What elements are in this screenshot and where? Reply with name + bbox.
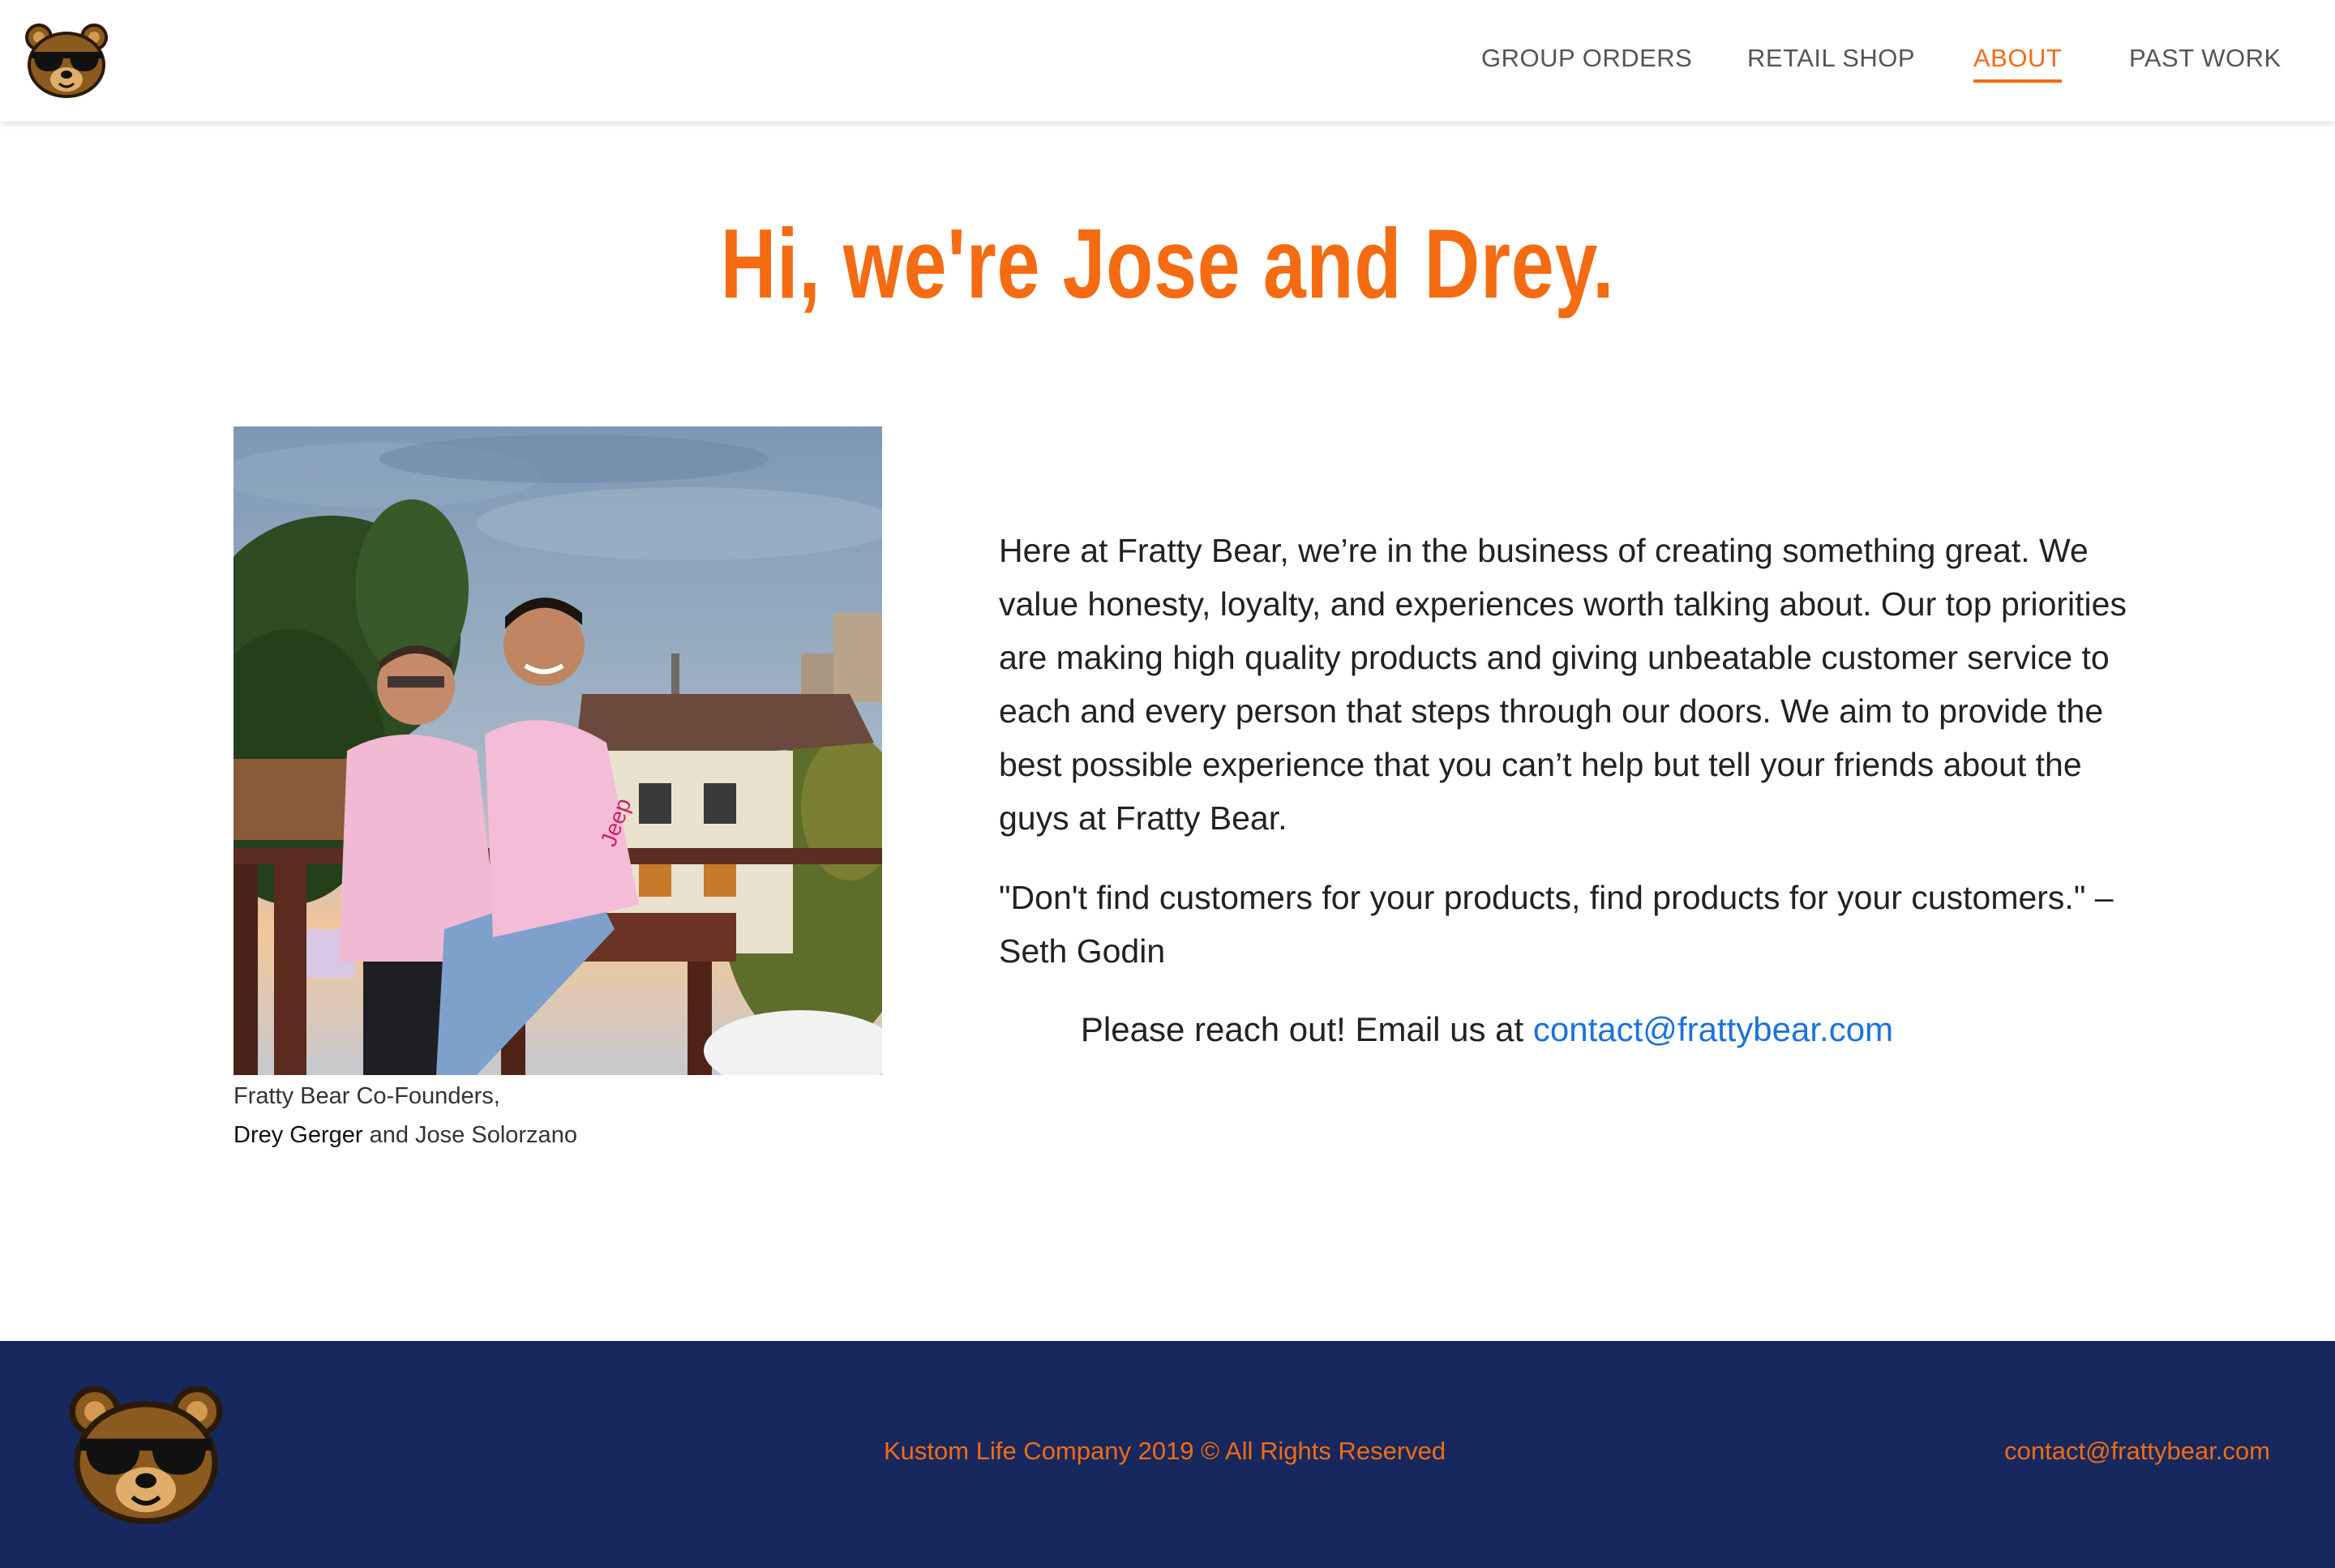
main-nav: GROUP ORDERS RETAIL SHOP ABOUT PAST WORK	[0, 0, 2335, 122]
contact-line: Please reach out! Email us at contact@fr…	[999, 1005, 1975, 1054]
footer-copyright: Kustom Life Company 2019 © All Rights Re…	[884, 1437, 1446, 1465]
nav-group-orders[interactable]: GROUP ORDERS	[1481, 42, 1692, 75]
founder-quote: "Don't find customers for your products,…	[999, 879, 2114, 970]
caption-line2: Drey Gerger and Jose Solorzano	[234, 1116, 577, 1155]
founders-photo: Jeep	[234, 426, 882, 1075]
site-header: GROUP ORDERS RETAIL SHOP ABOUT PAST WORK	[0, 0, 2335, 122]
contact-prefix: Please reach out! Email us at	[1080, 1010, 1533, 1048]
site-footer: Kustom Life Company 2019 © All Rights Re…	[0, 1341, 2335, 1568]
photo-caption: Fratty Bear Co-Founders, Drey Gerger and…	[234, 1077, 577, 1155]
caption-name: Drey Gerger	[234, 1122, 363, 1148]
nav-past-work[interactable]: PAST WORK	[2129, 42, 2281, 75]
nav-retail-shop[interactable]: RETAIL SHOP	[1747, 42, 1915, 75]
contact-email-link[interactable]: contact@frattybear.com	[1533, 1010, 1893, 1048]
page-title: Hi, we're Jose and Drey.	[720, 208, 1615, 319]
footer-email-link[interactable]: contact@frattybear.com	[2004, 1437, 2270, 1466]
about-text: Here at Fratty Bear, we’re in the busine…	[999, 524, 2134, 1004]
bear-logo-icon	[65, 1382, 227, 1526]
caption-rest: and Jose Solorzano	[362, 1122, 577, 1148]
nav-about[interactable]: ABOUT	[1973, 42, 2063, 83]
about-paragraph: Here at Fratty Bear, we’re in the busine…	[999, 532, 2127, 837]
caption-line1: Fratty Bear Co-Founders,	[234, 1083, 500, 1109]
